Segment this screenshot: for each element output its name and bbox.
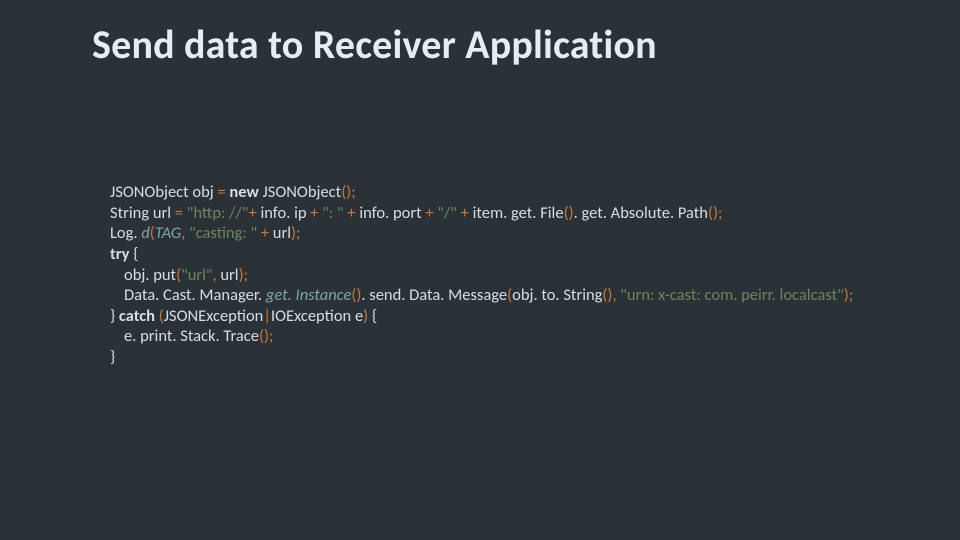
operator-token: =	[217, 182, 229, 202]
string-token: "casting: "	[189, 223, 261, 243]
slide: Send data to Receiver Application JSONOb…	[0, 0, 960, 540]
code-token: Log.	[110, 223, 141, 243]
code-token: url	[273, 223, 291, 243]
code-token: item. get. File	[473, 203, 564, 223]
code-line: JSONObject obj = new JSONObject();	[110, 182, 870, 203]
code-token: Data. Cast. Manager.	[124, 285, 266, 305]
code-token: get. Absolute. Path	[581, 203, 708, 223]
code-token: JSONException	[164, 306, 264, 326]
code-token: e. print. Stack. Trace	[124, 326, 259, 346]
operator-token: +	[461, 203, 473, 223]
operator-token: +	[425, 203, 437, 223]
keyword-token: try	[110, 244, 133, 264]
code-line: Log. d(TAG, "casting: " + url);	[110, 223, 870, 244]
code-token: info. ip	[260, 203, 310, 223]
operator-token: +	[249, 203, 261, 223]
operator-token: ,	[181, 223, 189, 243]
static-token: d	[141, 223, 149, 243]
code-line: } catch (JSONException|IOException e) {	[110, 306, 870, 327]
string-token: ": "	[322, 203, 347, 223]
operator-token: ()	[259, 326, 269, 346]
code-line: e. print. Stack. Trace();	[110, 326, 870, 347]
string-token: "/"	[437, 203, 460, 223]
operator-token: ()	[341, 182, 351, 202]
operator-token: ;	[244, 265, 248, 285]
code-token: JSONObject	[263, 182, 342, 202]
static-token: TAG	[155, 223, 181, 243]
code-token: String url	[110, 203, 175, 223]
operator-token: +	[310, 203, 322, 223]
operator-token: ;	[718, 203, 722, 223]
operator-token: ()	[708, 203, 718, 223]
static-token: get. Instance	[266, 285, 351, 305]
code-line: Data. Cast. Manager. get. Instance(). se…	[110, 285, 870, 306]
code-token: JSONObject obj	[110, 182, 217, 202]
code-line: obj. put("url", url);	[110, 265, 870, 286]
code-line: try {	[110, 244, 870, 265]
operator-token: +	[261, 223, 273, 243]
operator-token: |	[263, 306, 271, 326]
code-token: {	[133, 244, 138, 264]
operator-token: ;	[351, 182, 355, 202]
code-token: . send. Data. Message	[361, 285, 507, 305]
code-token: url	[220, 265, 238, 285]
string-token: "url"	[181, 265, 212, 285]
code-token: {	[372, 306, 377, 326]
string-token: "urn: x-cast: com. peirr. localcast"	[620, 285, 843, 305]
code-token: info. port	[359, 203, 425, 223]
string-token: "http: //"	[187, 203, 249, 223]
operator-token: ;	[296, 223, 300, 243]
code-token: obj. put	[124, 265, 176, 285]
slide-title: Send data to Receiver Application	[92, 20, 657, 69]
operator-token: ;	[849, 285, 853, 305]
operator-token: )	[363, 306, 372, 326]
keyword-token: new	[229, 182, 262, 202]
operator-token: ;	[269, 326, 273, 346]
code-token: obj. to. String	[512, 285, 602, 305]
code-block: JSONObject obj = new JSONObject(); Strin…	[110, 182, 870, 368]
code-token: }	[110, 306, 119, 326]
code-token: }	[110, 347, 115, 367]
code-line: String url = "http: //"+ info. ip + ": "…	[110, 203, 870, 224]
code-token: IOException e	[271, 306, 363, 326]
operator-token: ()	[351, 285, 361, 305]
keyword-token: catch	[119, 306, 159, 326]
operator-token: ()	[564, 203, 574, 223]
code-line: }	[110, 347, 870, 368]
operator-token: =	[175, 203, 187, 223]
operator-token: +	[347, 203, 359, 223]
operator-token: ()	[602, 285, 612, 305]
